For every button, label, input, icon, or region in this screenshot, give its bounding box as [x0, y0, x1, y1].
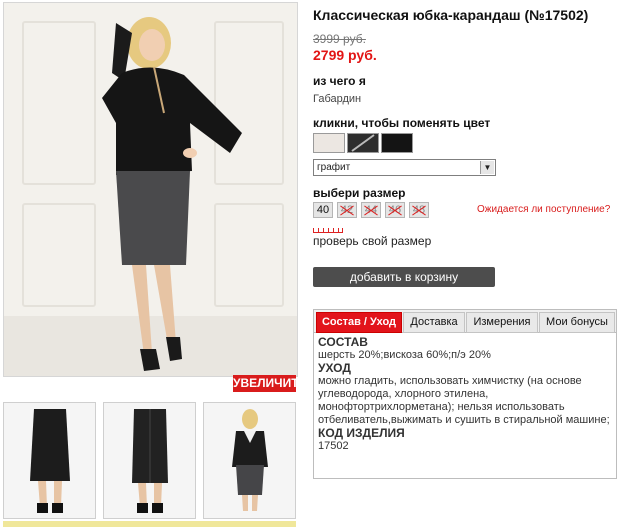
color-select[interactable]: графит ▼: [313, 159, 496, 176]
tab-delivery[interactable]: Доставка: [403, 312, 465, 333]
product-details-tabs: Состав / Уход Доставка Измерения Мои бон…: [313, 309, 617, 479]
composition-heading: СОСТАВ: [318, 335, 368, 349]
tab-content: СОСТАВ шерсть 20%;вискоза 60%;п/э 20% УХ…: [318, 336, 612, 453]
material-label: из чего я: [313, 74, 366, 88]
add-to-cart-button[interactable]: добавить в корзину: [313, 267, 495, 287]
size-option-44[interactable]: 44: [361, 202, 381, 218]
zoom-button[interactable]: УВЕЛИЧИТЬ: [233, 375, 307, 392]
product-code-value: 17502: [318, 440, 349, 452]
availability-link[interactable]: Ожидается ли поступление?: [477, 204, 610, 215]
color-select-value: графит: [317, 162, 351, 173]
material-value: Габардин: [313, 93, 362, 105]
thumbnail-model-image: [232, 409, 268, 511]
care-value: можно гладить, использовать химчистку (н…: [318, 375, 610, 426]
ruler-icon: [313, 227, 343, 233]
old-price: 3999 руб.: [313, 32, 366, 46]
tab-bar: Состав / Уход Доставка Измерения Мои бон…: [314, 310, 616, 333]
tab-measurements[interactable]: Измерения: [466, 312, 538, 333]
tab-composition-care[interactable]: Состав / Уход: [316, 312, 402, 333]
check-size-link[interactable]: проверь свой размер: [313, 234, 431, 248]
thumbnail-skirt-back-image: [132, 409, 168, 513]
size-label: выбери размер: [313, 186, 406, 200]
main-product-photo[interactable]: [3, 2, 298, 377]
model-figure: [102, 17, 242, 371]
thumbnail-front[interactable]: [3, 402, 96, 519]
bottom-highlight-strip: [3, 521, 296, 527]
product-title: Классическая юбка-карандаш (№17502): [313, 7, 589, 23]
size-option-48[interactable]: 48: [409, 202, 429, 218]
color-swatch-black[interactable]: [381, 133, 413, 153]
new-price: 2799 руб.: [313, 47, 377, 63]
size-option-40[interactable]: 40: [313, 202, 333, 218]
thumbnail-model[interactable]: [203, 402, 296, 519]
tab-my-bonuses[interactable]: Мои бонусы: [539, 312, 615, 333]
thumbnail-back[interactable]: [103, 402, 196, 519]
color-label: кликни, чтобы поменять цвет: [313, 116, 491, 130]
graphite-stripe-icon: [351, 134, 375, 152]
color-swatch-light[interactable]: [313, 133, 345, 153]
care-heading: УХОД: [318, 361, 351, 375]
chevron-down-icon[interactable]: ▼: [480, 161, 494, 174]
size-option-42[interactable]: 42: [337, 202, 357, 218]
color-swatch-graphite[interactable]: [347, 133, 379, 153]
composition-value: шерсть 20%;вискоза 60%;п/э 20%: [318, 349, 491, 361]
size-option-46[interactable]: 46: [385, 202, 405, 218]
product-code-heading: КОД ИЗДЕЛИЯ: [318, 426, 405, 440]
thumbnail-skirt-front-image: [30, 409, 70, 513]
